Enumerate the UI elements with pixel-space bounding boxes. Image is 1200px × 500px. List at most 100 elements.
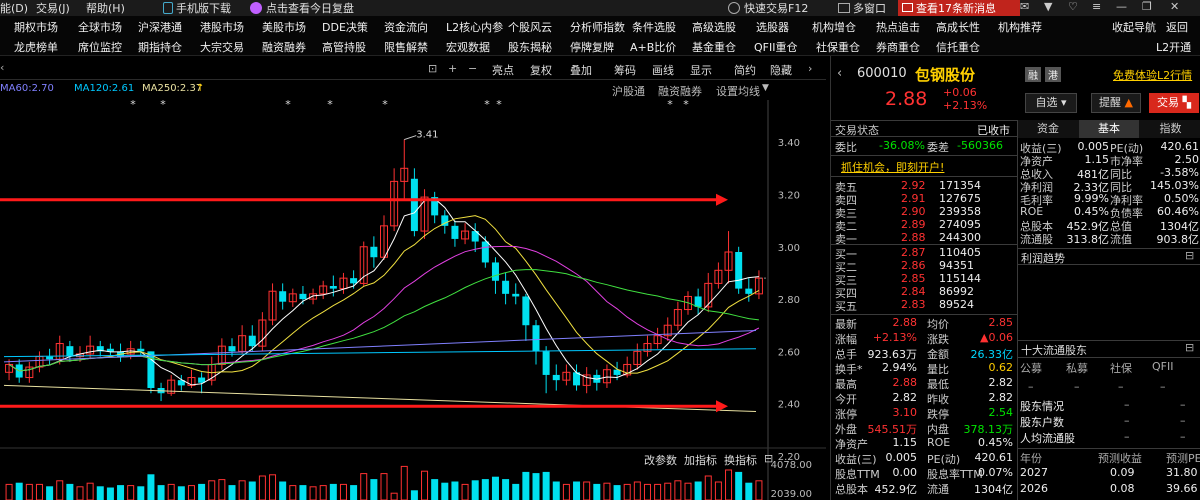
- nav-item[interactable]: 分析师指数: [570, 19, 625, 35]
- event-star-icon: *: [382, 98, 388, 111]
- toolbar-more-icon[interactable]: ›: [808, 62, 812, 75]
- nav-item[interactable]: 期指持仓: [138, 39, 182, 55]
- nav-item[interactable]: 资金流向: [384, 19, 428, 35]
- quote-panel: ‹ 600010 包钢股份 融 港 免费体验L2行情 2.88 +0.06 +2…: [830, 56, 1200, 500]
- tab-capital[interactable]: 资金: [1018, 120, 1078, 138]
- nav-item[interactable]: 机构推荐: [998, 19, 1042, 35]
- nav-item[interactable]: 热点追击: [876, 19, 920, 35]
- nav-item[interactable]: QFII重仓: [754, 39, 797, 55]
- fullscreen-icon[interactable]: ⊡: [428, 62, 437, 75]
- volume-bar: [147, 474, 155, 500]
- nav-item[interactable]: 股东揭秘: [508, 39, 552, 55]
- volume-bar: [46, 486, 54, 500]
- add-indicator-button[interactable]: 加指标: [684, 452, 717, 468]
- menu-function[interactable]: 能(D): [0, 0, 28, 16]
- nav-item[interactable]: L2开通: [1156, 39, 1191, 55]
- hgt-link[interactable]: 沪股通: [612, 83, 645, 99]
- sub-chart-close-icon[interactable]: ⊟: [764, 452, 773, 465]
- skin-icon[interactable]: ♡: [1068, 0, 1078, 13]
- volume-bar: [177, 486, 185, 500]
- nav-item[interactable]: 港股市场: [200, 19, 244, 35]
- fund-value: 0.50%: [1164, 192, 1199, 205]
- nav-item[interactable]: 期权市场: [14, 19, 58, 35]
- change-params-button[interactable]: 改参数: [644, 452, 677, 468]
- menu-trade[interactable]: 交易(J): [36, 0, 70, 16]
- kline-chart[interactable]: 3.403.203.002.802.602.402.204078.002039.…: [0, 56, 826, 500]
- ma-settings-link[interactable]: 设置均线: [716, 83, 760, 99]
- l2-promo-link[interactable]: 免费体验L2行情: [1113, 67, 1192, 83]
- nav-item[interactable]: 条件选股: [632, 19, 676, 35]
- nav-item[interactable]: 高级选股: [692, 19, 736, 35]
- multi-window-button[interactable]: 多窗口: [853, 0, 886, 16]
- daily-review-link[interactable]: 点击查看今日复盘: [266, 0, 354, 16]
- profit-trend-expand-icon[interactable]: ⊟: [1185, 249, 1194, 262]
- nav-item[interactable]: 信托重仓: [936, 39, 980, 55]
- restore-icon[interactable]: ❐: [1142, 0, 1152, 13]
- nav-item[interactable]: 席位监控: [78, 39, 122, 55]
- nav-item[interactable]: 收起导航: [1112, 19, 1156, 35]
- nav-item[interactable]: 选股器: [756, 19, 789, 35]
- chart-tool-button[interactable]: 复权: [530, 62, 552, 78]
- chart-tool-button[interactable]: 显示: [690, 62, 712, 78]
- top10-expand-icon[interactable]: ⊟: [1185, 341, 1194, 354]
- chart-tool-button[interactable]: 亮点: [492, 62, 514, 78]
- volume-bar: [137, 486, 145, 500]
- nav-item[interactable]: 龙虎榜单: [14, 39, 58, 55]
- nav-item[interactable]: 全球市场: [78, 19, 122, 35]
- nav-item[interactable]: A+B比价: [630, 39, 676, 55]
- tab-fundamental[interactable]: 基本: [1079, 120, 1139, 138]
- nav-item[interactable]: 融资融券: [262, 39, 306, 55]
- minimize-icon[interactable]: —: [1116, 0, 1127, 13]
- nav-item[interactable]: 美股市场: [262, 19, 306, 35]
- nav-item[interactable]: 社保重仓: [816, 39, 860, 55]
- divider: [1018, 357, 1200, 358]
- nav-item[interactable]: 券商重仓: [876, 39, 920, 55]
- collapse-left-icon[interactable]: ‹: [0, 61, 4, 74]
- nav-item[interactable]: 沪深港通: [138, 19, 182, 35]
- mail-alt-icon[interactable]: ✉: [1020, 0, 1029, 13]
- nav-item[interactable]: L2核心内参: [446, 19, 503, 35]
- watchlist-button[interactable]: 自选 ▾: [1025, 93, 1077, 113]
- tshirt-icon[interactable]: ▼: [1044, 0, 1052, 13]
- top10-row-value: –: [1180, 414, 1186, 427]
- nav-item[interactable]: 宏观数据: [446, 39, 490, 55]
- prev-stock-icon[interactable]: ‹: [837, 66, 842, 81]
- nav-item[interactable]: 返回: [1166, 19, 1188, 35]
- orderbook-level-label: 买五: [835, 300, 857, 313]
- nav-item[interactable]: DDE决策: [322, 19, 368, 35]
- quote-label: 净资产: [835, 438, 868, 451]
- zoom-in-icon[interactable]: +: [448, 62, 457, 75]
- quick-trade-button[interactable]: 快速交易F12: [744, 0, 808, 16]
- tab-index[interactable]: 指数: [1140, 120, 1200, 138]
- weicha-label: 委差: [927, 141, 949, 154]
- nav-item[interactable]: 高管持股: [322, 39, 366, 55]
- menu-help[interactable]: 帮助(H): [86, 0, 125, 16]
- nav-item[interactable]: 大宗交易: [200, 39, 244, 55]
- quick-trade-icon: [728, 2, 740, 14]
- trade-button[interactable]: 交易 ▚: [1149, 93, 1199, 113]
- ma-legend: MA60:2.70 MA120:2.61 MA250:2.37 ↑ 沪股通 融资…: [0, 83, 826, 99]
- nav-item[interactable]: 停牌复牌: [570, 39, 614, 55]
- chart-tool-button[interactable]: 简约: [734, 62, 756, 78]
- rzrq-link[interactable]: 融资融券: [658, 83, 702, 99]
- volume-bar: [684, 482, 692, 500]
- chart-tool-button[interactable]: 隐藏: [770, 62, 792, 78]
- menu-icon[interactable]: ≡: [1092, 0, 1101, 13]
- switch-indicator-button[interactable]: 换指标: [724, 452, 757, 468]
- nav-item[interactable]: 个股风云: [508, 19, 552, 35]
- nav-item[interactable]: 高成长性: [936, 19, 980, 35]
- nav-item[interactable]: 限售解禁: [384, 39, 428, 55]
- settings-dropdown-icon[interactable]: ▼: [762, 83, 769, 93]
- nav-item[interactable]: 机构增仓: [812, 19, 856, 35]
- chart-tool-button[interactable]: 筹码: [614, 62, 636, 78]
- chart-tool-button[interactable]: 画线: [652, 62, 674, 78]
- zoom-out-icon[interactable]: −: [468, 62, 477, 75]
- open-account-link[interactable]: 抓住机会，即刻开户!: [841, 159, 944, 175]
- close-icon[interactable]: ✕: [1170, 0, 1179, 13]
- new-messages-link[interactable]: 查看17条新消息: [916, 0, 996, 16]
- alert-button[interactable]: 提醒 ▲: [1091, 93, 1141, 113]
- nav-item[interactable]: 基金重仓: [692, 39, 736, 55]
- mobile-download-link[interactable]: 手机版下载: [176, 0, 231, 16]
- price-tick-label: 2.60: [778, 347, 800, 358]
- chart-tool-button[interactable]: 叠加: [570, 62, 592, 78]
